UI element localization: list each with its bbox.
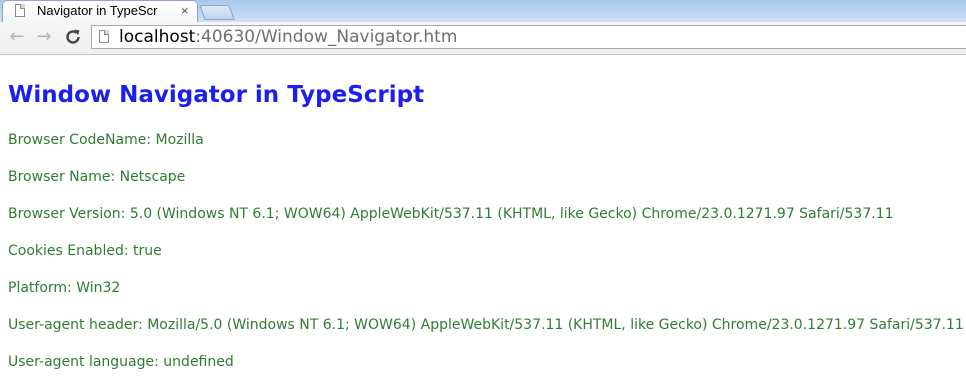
info-line-name: Browser Name: Netscape <box>8 169 186 185</box>
info-line-version: Browser Version: 5.0 (Windows NT 6.1; WO… <box>8 206 894 222</box>
browser-toolbar: ← → localhost:40630/Window_Navigator.htm <box>0 22 966 55</box>
new-tab-button[interactable] <box>199 5 235 20</box>
info-line-language: User-agent language: undefined <box>8 354 234 370</box>
tab-strip: Navigator in TypeScr × <box>0 0 966 22</box>
info-line-platform: Platform: Win32 <box>8 280 121 296</box>
page-icon <box>99 30 109 43</box>
url-path: :40630/Window_Navigator.htm <box>195 27 458 47</box>
reload-icon[interactable] <box>62 26 84 48</box>
back-arrow-icon[interactable]: ← <box>6 26 28 48</box>
tab-title: Navigator in TypeScr <box>37 3 158 18</box>
tab-close-icon[interactable]: × <box>181 2 189 20</box>
info-line-user-agent: User-agent header: Mozilla/5.0 (Windows … <box>8 317 964 333</box>
url-host: localhost <box>119 27 196 47</box>
address-bar[interactable]: localhost:40630/Window_Navigator.htm <box>91 25 966 49</box>
url-text[interactable]: localhost:40630/Window_Navigator.htm <box>119 27 457 47</box>
forward-arrow-icon[interactable]: → <box>33 26 55 48</box>
info-line-codename: Browser CodeName: Mozilla <box>8 132 204 148</box>
page-title: Window Navigator in TypeScript <box>8 82 425 108</box>
browser-tab[interactable]: Navigator in TypeScr × <box>2 0 198 22</box>
page-icon <box>15 4 25 17</box>
info-line-cookies: Cookies Enabled: true <box>8 243 162 259</box>
